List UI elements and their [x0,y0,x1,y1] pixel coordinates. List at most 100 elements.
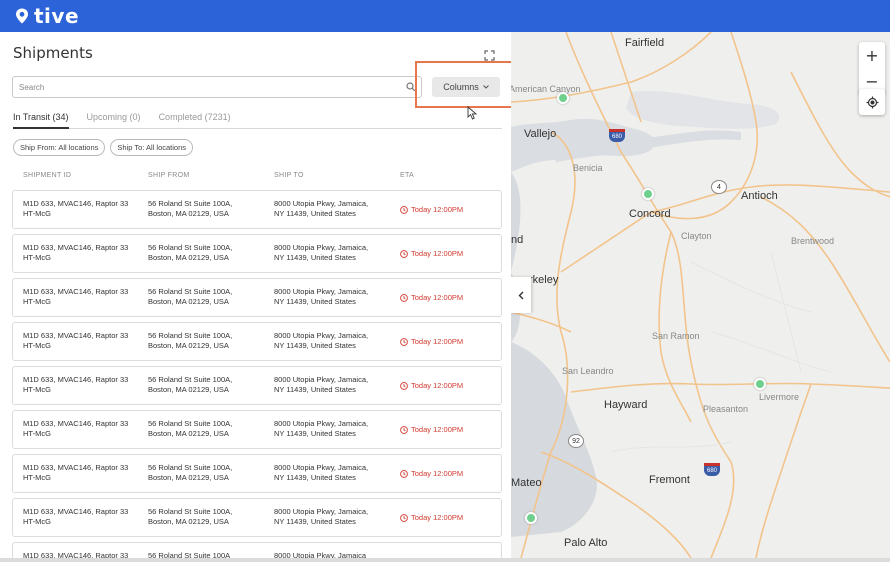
map-label-san-ramon: San Ramon [652,331,700,341]
ship-from-line: Boston, MA 02129, USA [148,341,229,350]
ship-from-cell: 56 Roland St Suite 100A, Boston, MA 02129… [148,507,268,527]
shipment-id-line: M1D 633, MVAC146, Raptor 33 [23,331,129,340]
interstate-680-shield: 680 [704,463,720,476]
chevron-down-icon [482,85,489,89]
clock-icon [400,382,408,390]
collapse-panel-button[interactable] [511,277,531,313]
road [560,211,652,273]
zoom-controls: + − [859,42,885,94]
map-view[interactable]: Fairfield American Canyon Vallejo Benici… [511,32,890,558]
eta-value: Today 12:00PM [411,513,464,522]
tab-upcoming[interactable]: Upcoming (0) [87,112,141,128]
ship-from-line: 56 Roland St Suite 100A, [148,507,233,516]
locate-button[interactable] [859,89,885,115]
shipment-marker[interactable] [754,378,766,390]
column-header-eta[interactable]: ETA [400,172,414,179]
search-input[interactable] [13,77,393,98]
ship-from-cell: 56 Roland St Suite 100A, Boston, MA 02129… [148,375,268,395]
shield-label: 4 [717,183,721,191]
search-icon[interactable] [406,82,416,92]
column-header-ship-to[interactable]: SHIP TO [274,172,304,179]
chevron-left-icon [518,291,524,299]
ship-to-filter[interactable]: Ship To: All locations [110,139,194,156]
map-label-berkeley: rkeley [529,274,559,286]
eta-cell: Today 12:00PM [400,425,511,435]
table-row[interactable]: M1D 633, MVAC146, Raptor 33 HT-McG 56 Rol… [12,454,502,493]
shipment-id-line: M1D 633, MVAC146, Raptor 33 [23,419,129,428]
clock-icon [400,426,408,434]
expand-icon [483,49,495,61]
shipment-id-line: HT-McG [23,341,51,350]
ship-to-line: 8000 Utopia Pkwy, Jamaica, [274,463,369,472]
eta-cell: Today 12:00PM [400,205,511,215]
map-label-san-leandro: San Leandro [562,366,614,376]
ship-from-cell: 56 Roland St Suite 100A, Boston, MA 02129… [148,199,268,219]
shipment-id-line: HT-McG [23,297,51,306]
shipment-id-line: M1D 633, MVAC146, Raptor 33 [23,287,129,296]
ship-from-line: Boston, MA 02129, USA [148,385,229,394]
eta-cell: Today 12:00PM [400,293,511,303]
eta-cell: Today 12:00PM [400,381,511,391]
map-label-benicia: Benicia [573,163,603,173]
shipment-id-cell: M1D 633, MVAC146, Raptor 33 HT-McG [23,331,143,351]
shipment-id-line: HT-McG [23,253,51,262]
tab-in-transit[interactable]: In Transit (34) [13,112,69,129]
ship-to-line: NY 11439, United States [274,253,356,262]
minor-road [690,261,812,313]
table-row[interactable]: M1D 633, MVAC146, Raptor 33 HT-McG 56 Rol… [12,278,502,317]
shipment-marker[interactable] [525,512,537,524]
ship-from-line: Boston, MA 02129, USA [148,473,229,482]
filter-bar: Ship From: All locations Ship To: All lo… [13,139,198,156]
bottom-scrollbar[interactable] [0,558,890,562]
columns-button[interactable]: Columns [432,77,500,97]
search-box [12,76,422,98]
ship-from-line: 56 Roland St Suite 100A, [148,375,233,384]
ship-from-line: Boston, MA 02129, USA [148,517,229,526]
ship-from-line: Boston, MA 02129, USA [148,297,229,306]
column-header-shipment-id[interactable]: SHIPMENT ID [23,172,71,179]
map-canvas [511,32,890,558]
ship-to-cell: 8000 Utopia Pkwy, Jamaica, NY 11439, Unit… [274,419,394,439]
tive-logo[interactable]: tive [15,4,79,28]
ship-to-cell: 8000 Utopia Pkwy, Jamaica, NY 11439, Unit… [274,463,394,483]
road [570,382,890,393]
table-row[interactable]: M1D 633, MVAC146, Raptor 33 HT-McG 56 Rol… [12,498,502,537]
road [760,196,890,363]
shipment-marker[interactable] [642,188,654,200]
zoom-in-button[interactable]: + [859,42,885,68]
ship-to-cell: 8000 Utopia Pkwy, Jamaica, NY 11439, Unit… [274,243,394,263]
table-row[interactable]: M1D 633, MVAC146, Raptor 33 HT-McG 56 Rol… [12,234,502,273]
eta-cell: Today 12:00PM [400,249,511,259]
map-label-pleasanton: Pleasanton [703,404,749,414]
tab-completed[interactable]: Completed (7231) [159,112,231,128]
ship-to-line: NY 11439, United States [274,385,356,394]
expand-button[interactable] [478,44,500,66]
table-row[interactable]: M1D 633, MVAC146, Raptor 33 HT-McG 56 Rol… [12,190,502,229]
shipment-marker[interactable] [557,92,569,104]
shipment-id-cell: M1D 633, MVAC146, Raptor 33 HT-McG [23,463,143,483]
ship-from-filter[interactable]: Ship From: All locations [13,139,106,156]
column-header-ship-from[interactable]: SHIP FROM [148,172,189,179]
shipment-id-cell: M1D 633, MVAC146, Raptor 33 HT-McG [23,199,143,219]
map-label-livermore: Livermore [759,392,800,402]
road [755,383,812,558]
table-row[interactable]: M1D 633, MVAC146, Raptor 33 HT-McG 56 Rol… [12,322,502,361]
shipment-id-cell: M1D 633, MVAC146, Raptor 33 HT-McG [23,287,143,307]
map-label-fremont: Fremont [649,474,690,486]
eta-value: Today 12:00PM [411,425,464,434]
eta-value: Today 12:00PM [411,469,464,478]
shield-label: 680 [706,468,717,474]
clock-icon [400,470,408,478]
table-row[interactable]: M1D 633, MVAC146, Raptor 33 HT-McG 56 Rol… [12,410,502,449]
ship-from-line: 56 Roland St Suite 100A, [148,199,233,208]
shipment-id-line: HT-McG [23,429,51,438]
map-label-palo-alto: Palo Alto [564,537,608,549]
ship-from-line: 56 Roland St Suite 100A, [148,287,233,296]
table-row[interactable]: M1D 633, MVAC146, Raptor 33 HT-McG 56 Rol… [12,366,502,405]
route-4-shield: 4 [711,180,727,194]
ship-to-line: NY 11439, United States [274,429,356,438]
ship-to-cell: 8000 Utopia Pkwy, Jamaica, NY 11439, Unit… [274,331,394,351]
ship-to-line: NY 11439, United States [274,297,356,306]
ship-from-line: Boston, MA 02129, USA [148,209,229,218]
shipment-id-line: HT-McG [23,209,51,218]
